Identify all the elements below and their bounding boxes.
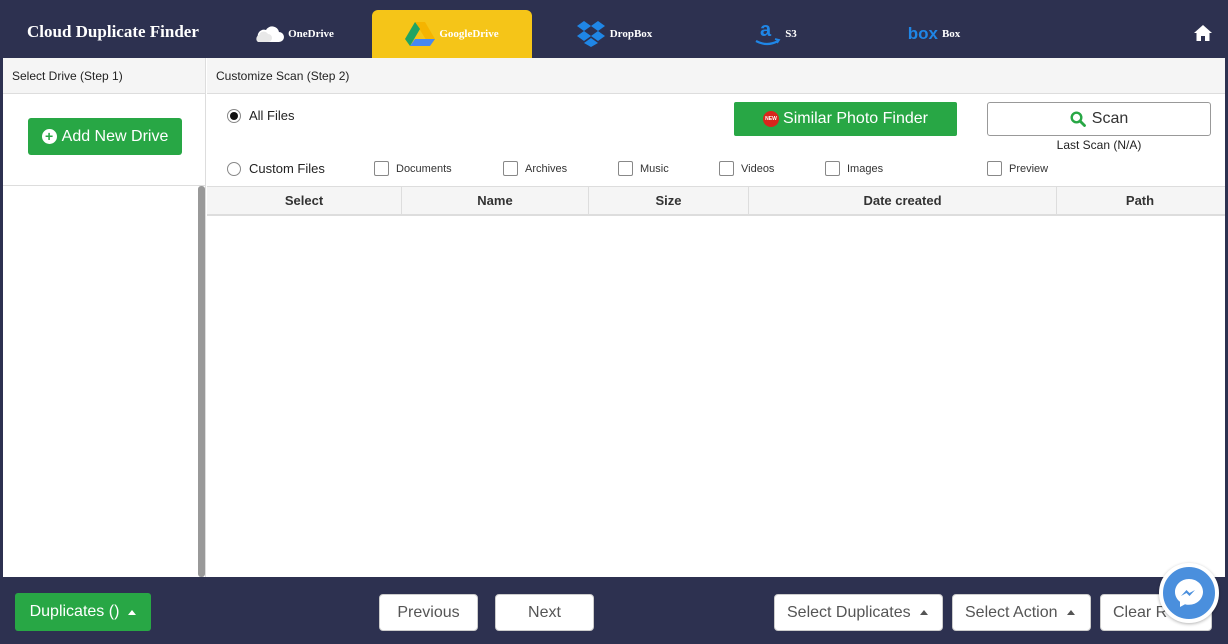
checkbox-box [503, 161, 518, 176]
scan-options: All Files Custom Files Documents Archive… [207, 94, 1225, 187]
checkbox-label: Preview [1009, 162, 1049, 175]
select-action-dropdown[interactable]: Select Action [952, 594, 1091, 631]
select-duplicates-dropdown[interactable]: Select Duplicates [774, 594, 943, 631]
checkbox-box [374, 161, 389, 176]
checkbox-label: Documents [396, 162, 452, 175]
column-header-path[interactable]: Path [1057, 187, 1223, 214]
select-duplicates-label: Select Duplicates [787, 603, 911, 621]
videos-checkbox[interactable]: Videos [719, 161, 774, 176]
checkbox-label: Images [847, 162, 884, 175]
scan-button[interactable]: Scan [987, 102, 1211, 136]
tab-label: DropBox [609, 28, 653, 40]
bottom-action-bar: Duplicates () Previous Next Select Dupli… [3, 577, 1225, 644]
results-table-header: Select Name Size Date created Path [207, 187, 1225, 216]
tab-box[interactable]: box Box [899, 10, 969, 58]
documents-checkbox[interactable]: Documents [374, 161, 452, 176]
caret-up-icon [919, 610, 928, 615]
app-window: Cloud Duplicate Finder OneDrive GoogleDr… [0, 0, 1228, 644]
clear-results-label: Clear R [1113, 603, 1168, 621]
tab-dropbox[interactable]: DropBox [569, 10, 659, 58]
tab-onedrive[interactable]: OneDrive [249, 10, 339, 58]
custom-files-radio[interactable]: Custom Files [227, 161, 325, 176]
tab-label: Box [941, 28, 961, 40]
checkbox-label: Music [640, 162, 669, 175]
select-action-label: Select Action [965, 603, 1058, 621]
step2-header: Customize Scan (Step 2) [207, 58, 1225, 94]
all-files-label: All Files [249, 108, 295, 123]
onedrive-cloud-icon [254, 24, 285, 44]
app-title: Cloud Duplicate Finder [27, 22, 199, 41]
all-files-radio[interactable]: All Files [227, 108, 295, 123]
column-header-select[interactable]: Select [207, 187, 402, 214]
column-header-size[interactable]: Size [589, 187, 749, 214]
checkbox-box [719, 161, 734, 176]
column-header-date-created[interactable]: Date created [749, 187, 1057, 214]
checkbox-label: Archives [525, 162, 568, 175]
duplicates-dropdown-button[interactable]: Duplicates () [15, 593, 151, 631]
similar-photo-finder-label: Similar Photo Finder [783, 110, 928, 127]
step1-header: Select Drive (Step 1) [3, 58, 206, 94]
caret-up-icon [128, 609, 137, 615]
dropbox-icon [576, 20, 606, 48]
drive-sidebar: + Add New Drive [3, 94, 206, 577]
top-nav: Cloud Duplicate Finder OneDrive GoogleDr… [3, 0, 1225, 58]
preview-checkbox[interactable]: Preview [987, 161, 1048, 176]
music-checkbox[interactable]: Music [618, 161, 669, 176]
last-scan-status: Last Scan (N/A) [1056, 138, 1142, 152]
checkbox-box [987, 161, 1002, 176]
google-drive-icon [405, 21, 436, 47]
amazon-icon: a [753, 19, 781, 49]
images-checkbox[interactable]: Images [825, 161, 883, 176]
svg-text:a: a [760, 19, 772, 41]
previous-button[interactable]: Previous [379, 594, 478, 631]
radio-indicator [227, 161, 241, 176]
checkbox-box [825, 161, 840, 176]
add-new-drive-label: Add New Drive [61, 127, 169, 145]
tab-googledrive[interactable]: GoogleDrive [372, 10, 532, 58]
archives-checkbox[interactable]: Archives [503, 161, 567, 176]
home-icon[interactable] [1193, 24, 1213, 47]
checkbox-label: Videos [741, 162, 775, 175]
sidebar-scrollbar[interactable] [198, 186, 205, 577]
next-button[interactable]: Next [495, 594, 594, 631]
tab-label: OneDrive [288, 28, 334, 40]
tab-label: GoogleDrive [439, 28, 499, 40]
sidebar-divider [3, 185, 206, 186]
plus-circle-icon: + [41, 129, 57, 144]
messenger-chat-icon[interactable] [1159, 563, 1219, 623]
tab-s3[interactable]: a S3 [745, 10, 805, 58]
custom-files-label: Custom Files [249, 161, 325, 176]
checkbox-box [618, 161, 633, 176]
search-icon [1070, 111, 1086, 127]
duplicates-label: Duplicates () [29, 603, 120, 620]
add-new-drive-button[interactable]: + Add New Drive [28, 118, 182, 155]
box-icon: box [907, 24, 938, 43]
radio-selected-indicator [227, 108, 241, 123]
caret-up-icon [1066, 610, 1075, 615]
tab-label: S3 [785, 28, 797, 40]
column-header-name[interactable]: Name [402, 187, 589, 214]
new-badge-icon: NEW [763, 111, 780, 127]
scan-label: Scan [1091, 110, 1129, 127]
similar-photo-finder-button[interactable]: NEW Similar Photo Finder [734, 102, 957, 136]
